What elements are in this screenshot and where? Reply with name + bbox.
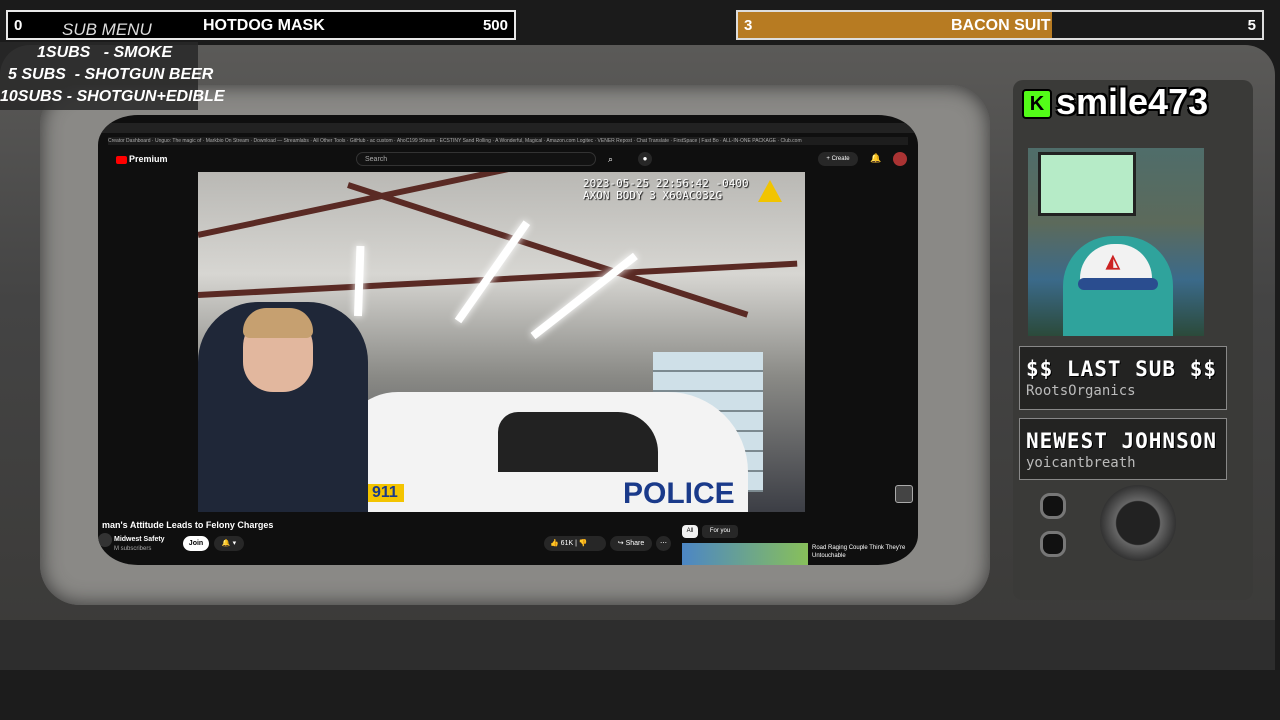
kick-logo-icon: K: [1022, 89, 1052, 120]
youtube-header: Premium Search ⌕ ● + Create 🔔: [98, 147, 918, 171]
search-input[interactable]: Search: [356, 152, 596, 166]
microphone-icon[interactable]: ●: [638, 152, 652, 166]
streamer-name: Ksmile473: [1022, 82, 1232, 122]
sub-menu-item: 1SUBS - SMOKE: [37, 44, 173, 61]
last-sub-heading: $$ LAST SUB $$: [1026, 357, 1218, 381]
ceiling-beam: [198, 172, 512, 238]
ceiling-beam: [347, 182, 749, 318]
ceiling-light: [354, 245, 365, 317]
notifications-bell-icon[interactable]: 🔔: [870, 153, 881, 164]
channel-watermark-icon[interactable]: [895, 485, 913, 503]
create-button[interactable]: + Create: [818, 152, 858, 166]
youtube-play-icon: [116, 155, 127, 164]
newest-widget: NEWEST JOHNSON yoicantbreath: [1019, 418, 1227, 480]
axon-logo-icon: [758, 180, 782, 202]
small-knob: [1040, 493, 1066, 519]
tv-base: [0, 620, 1275, 670]
search-icon[interactable]: ⌕: [608, 154, 613, 165]
video-player[interactable]: POLICE 911 2023-05-25 22:56:42 -0400 AXO…: [198, 172, 805, 512]
sub-menu-item: 5 SUBS - SHOTGUN BEER: [8, 66, 214, 83]
goal-start-value: 0: [14, 17, 23, 34]
tv-screen: Creator Dashboard · Unguo: The magic of …: [98, 115, 918, 565]
account-avatar[interactable]: [893, 152, 907, 166]
join-button[interactable]: Join: [183, 536, 209, 551]
recommended-title[interactable]: Road Raging Couple Think They're Untouch…: [812, 544, 912, 560]
goal-start-value: 3: [744, 17, 753, 34]
subscribe-bell-button[interactable]: 🔔 ▾: [214, 536, 244, 551]
cap-logo-icon: ◭: [1106, 251, 1120, 271]
newest-value: yoicantbreath: [1026, 455, 1136, 471]
officer-hair: [243, 308, 313, 338]
streamer-name-text: smile473: [1056, 81, 1209, 122]
thumbs-up-icon: 👍: [550, 540, 559, 547]
thumbs-down-icon: 👎: [578, 540, 588, 547]
last-sub-widget: $$ LAST SUB $$ RootsOrganics: [1019, 346, 1227, 410]
video-title: man's Attitude Leads to Felony Charges: [102, 520, 274, 530]
more-options-icon[interactable]: ⋯: [656, 536, 671, 551]
like-count: 61K: [560, 540, 574, 547]
timestamp-line2: AXON BODY 3 X60AC032G: [583, 189, 723, 202]
car-911-text: 911: [366, 484, 404, 502]
big-dial: [1100, 485, 1176, 561]
car-window: [498, 412, 658, 472]
last-sub-value: RootsOrganics: [1026, 383, 1136, 399]
ceiling-light: [530, 252, 638, 340]
goal-label: BACON SUIT: [951, 17, 1051, 34]
share-button[interactable]: ↪ Share: [610, 536, 652, 551]
sub-menu: 1SUBS - SMOKE 5 SUBS - SHOTGUN BEER 10SU…: [0, 42, 225, 110]
channel-name[interactable]: Midwest Safety: [114, 536, 165, 543]
goal-target-value: 5: [1247, 17, 1256, 34]
like-button[interactable]: 👍 61K | 👎: [544, 536, 606, 551]
newest-heading: NEWEST JOHNSON: [1026, 429, 1218, 453]
bodycam-timestamp: 2023-05-25 22:56:42 -0400 AXON BODY 3 X6…: [583, 178, 749, 202]
youtube-logo-text: Premium: [129, 154, 168, 164]
share-label: Share: [625, 540, 645, 547]
youtube-logo[interactable]: Premium: [116, 154, 168, 164]
tv-knobs: [1040, 485, 1220, 565]
bookmarks-bar[interactable]: Creator Dashboard · Unguo: The magic of …: [108, 137, 908, 145]
goal-label: HOTDOG MASK: [203, 17, 325, 34]
share-icon: ↪: [617, 540, 624, 547]
background-tv: [1038, 152, 1136, 216]
cap-brim: [1078, 278, 1158, 290]
browser-tab-bar: [98, 123, 918, 133]
floor: [0, 670, 1280, 720]
webcam-feed: ◭: [1028, 148, 1204, 336]
sub-menu-item: 10SUBS - SHOTGUN+EDIBLE: [0, 88, 225, 105]
recommended-thumbnail[interactable]: [682, 543, 808, 565]
chip-all[interactable]: All: [682, 525, 698, 538]
ceiling-light: [454, 220, 531, 324]
small-knob: [1040, 531, 1066, 557]
car-police-text: POLICE: [623, 477, 735, 510]
goal-target-value: 500: [482, 17, 508, 34]
sub-menu-title: SUB MENU: [62, 20, 152, 39]
subscriber-count: M subscribers: [114, 546, 152, 552]
goal-bar-bacon-suit: 3 BACON SUIT 5: [736, 10, 1264, 40]
channel-avatar[interactable]: [98, 533, 112, 547]
chip-for-you[interactable]: For you: [702, 525, 738, 538]
